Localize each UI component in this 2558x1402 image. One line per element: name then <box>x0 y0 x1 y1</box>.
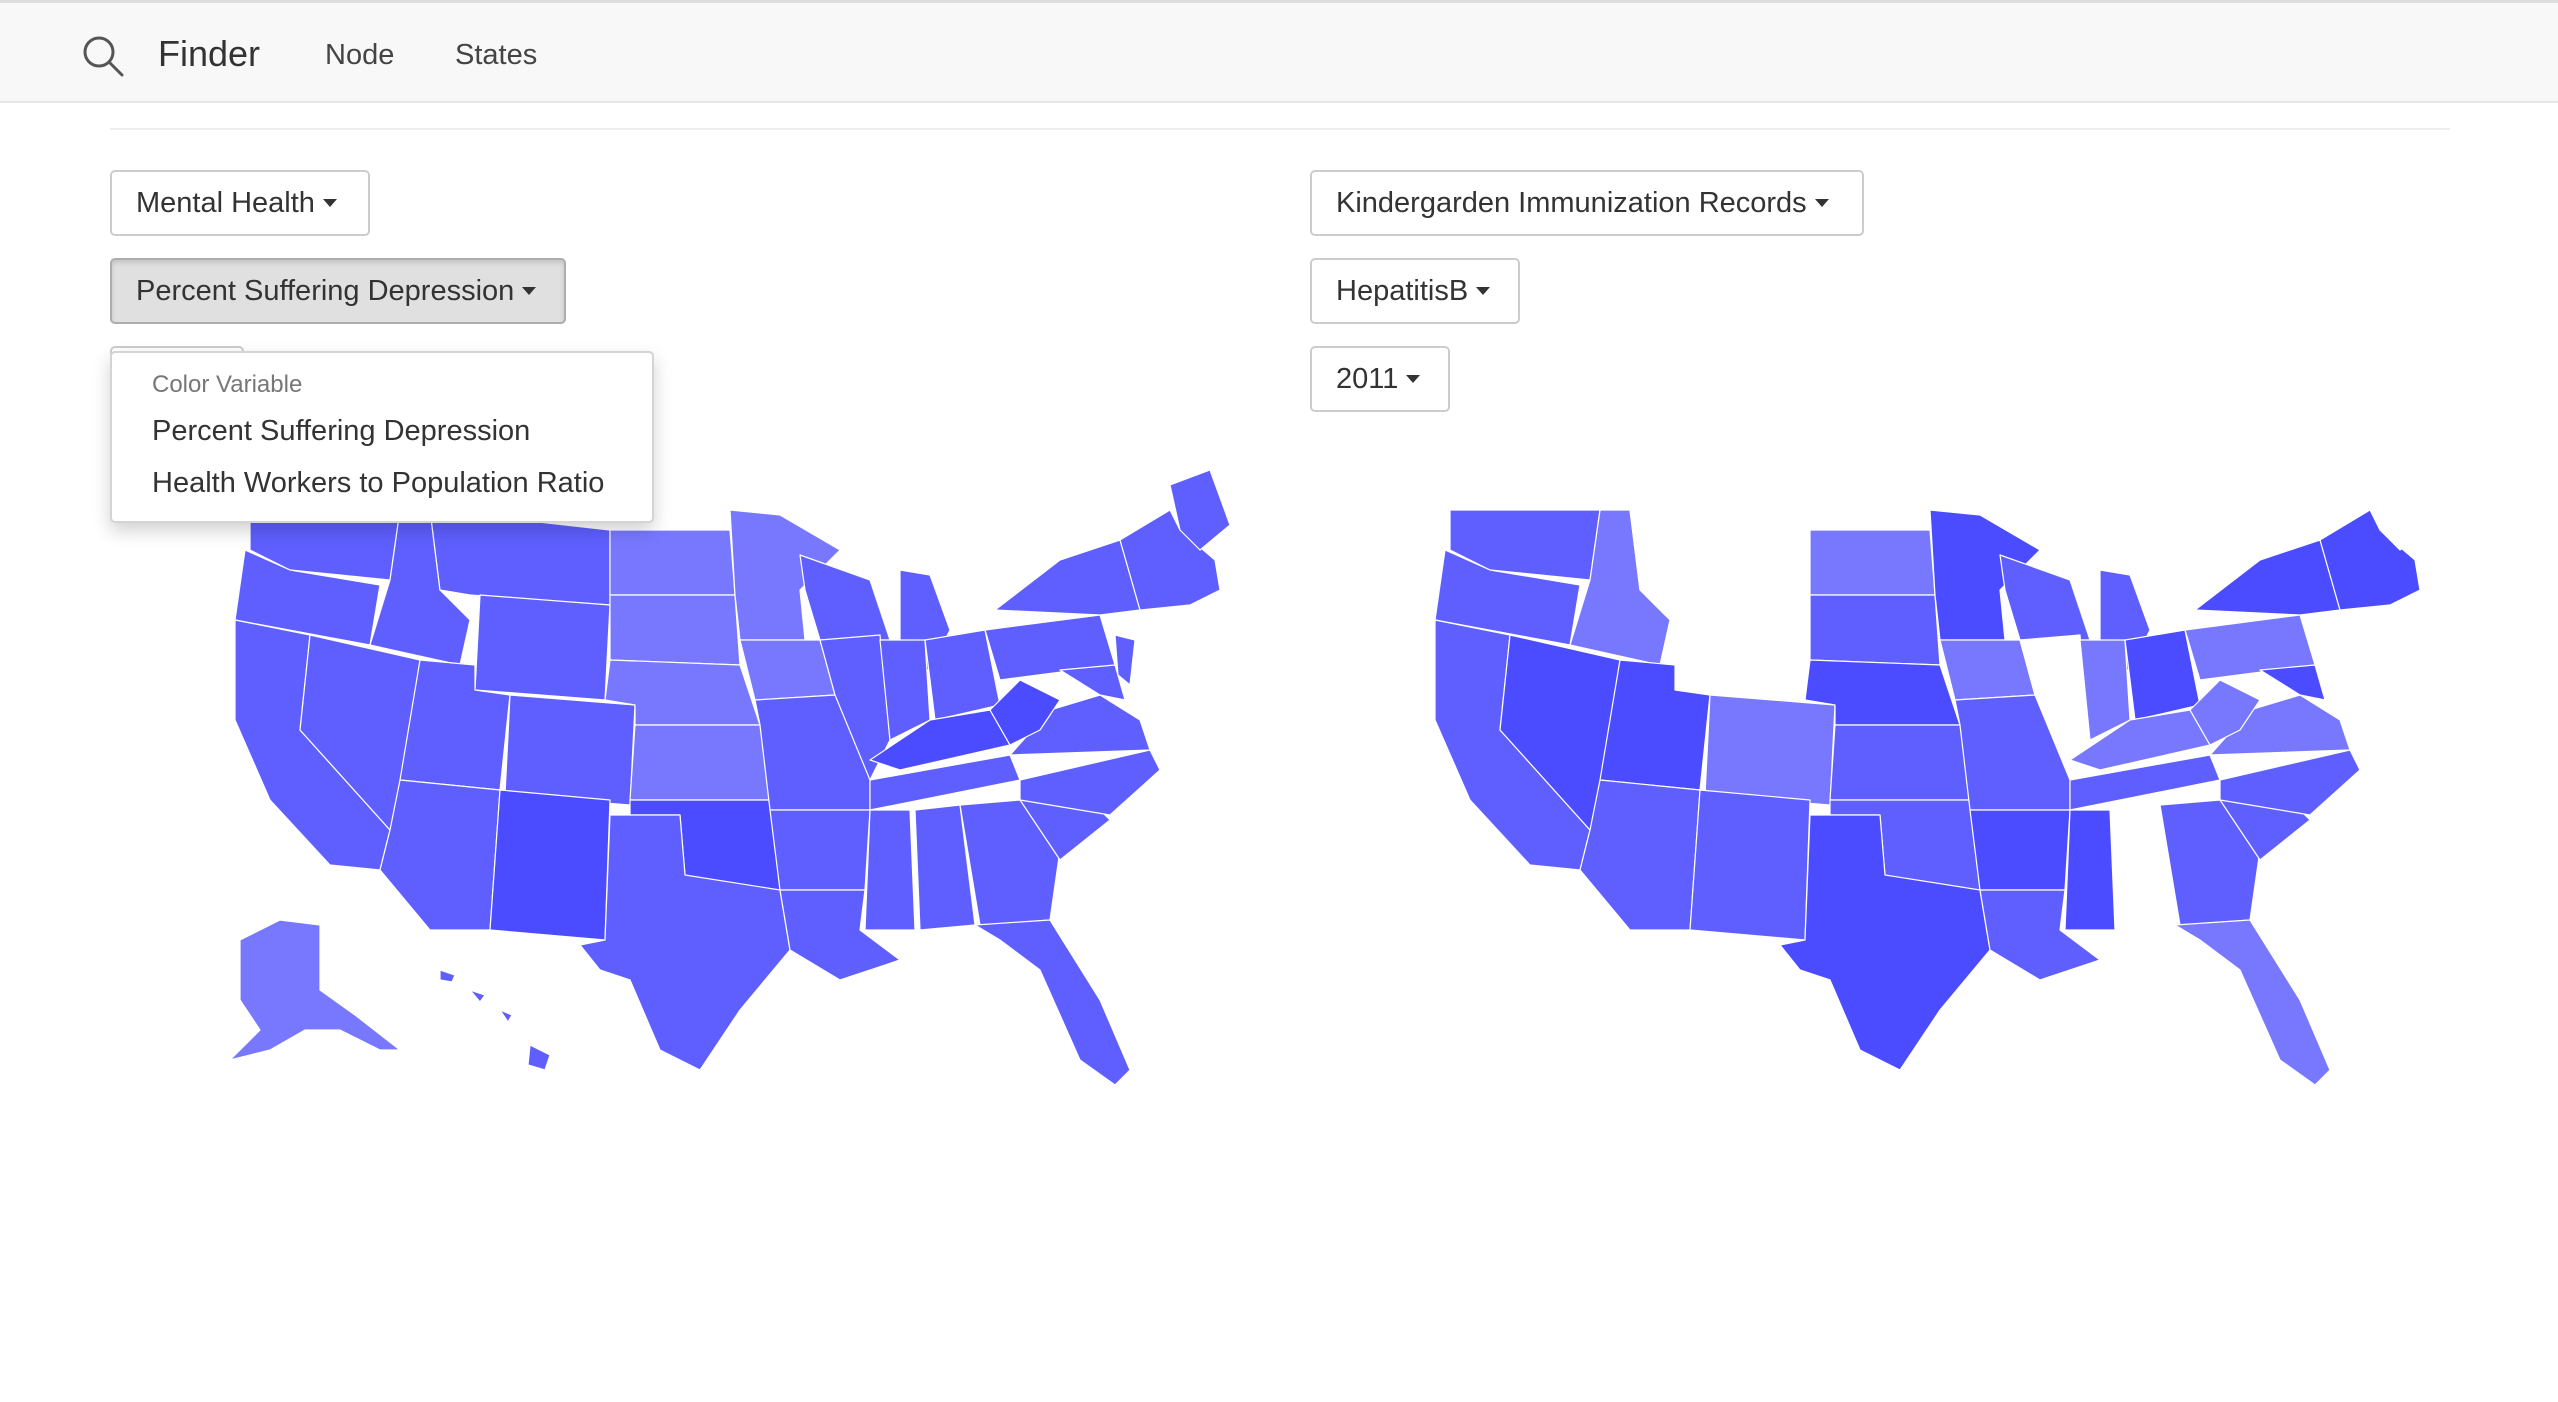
us-map-right[interactable] <box>1340 470 2450 1090</box>
category-dropdown-right-label: Kindergarden Immunization Records <box>1336 186 1807 219</box>
year-dropdown-right-label: 2011 <box>1336 362 1399 395</box>
nav-link-node[interactable]: Node <box>325 39 394 72</box>
caret-down-icon <box>1476 287 1491 295</box>
top-navbar: Finder Node States <box>0 0 2558 103</box>
state-south-dakota[interactable] <box>609 594 741 666</box>
variable-dropdown-right[interactable]: HepatitisB <box>1310 258 1520 324</box>
state-colorado[interactable] <box>504 694 636 806</box>
color-variable-menu: Color Variable Percent Suffering Depress… <box>110 351 654 523</box>
state-arizona[interactable] <box>1579 779 1701 931</box>
state-new-mexico[interactable] <box>489 789 611 941</box>
caret-down-icon <box>1814 199 1829 207</box>
state-maryland[interactable] <box>2259 664 2326 701</box>
state-arkansas[interactable] <box>1969 809 2071 891</box>
state-hawaii[interactable] <box>1639 969 1751 1071</box>
search-icon[interactable] <box>80 33 126 79</box>
year-dropdown-right[interactable]: 2011 <box>1310 346 1450 412</box>
state-wyoming[interactable] <box>474 594 611 701</box>
brand-finder[interactable]: Finder <box>158 33 260 75</box>
state-arkansas[interactable] <box>769 809 871 891</box>
state-wisconsin[interactable] <box>1999 554 2091 641</box>
state-florida[interactable] <box>974 919 1131 1086</box>
page: Finder Node States Mental Health Percent… <box>0 0 2558 1402</box>
category-dropdown-right[interactable]: Kindergarden Immunization Records <box>1310 170 1864 236</box>
state-south-dakota[interactable] <box>1809 594 1941 666</box>
category-dropdown-left-label: Mental Health <box>136 186 315 219</box>
variable-dropdown-left[interactable]: Percent Suffering Depression <box>110 258 566 324</box>
us-map-left[interactable] <box>140 470 1250 1090</box>
category-dropdown-left[interactable]: Mental Health <box>110 170 370 236</box>
state-kansas[interactable] <box>629 724 771 801</box>
caret-down-icon <box>1406 375 1421 383</box>
menu-header: Color Variable <box>152 371 303 398</box>
state-north-dakota[interactable] <box>1809 529 1936 596</box>
state-north-dakota[interactable] <box>609 529 736 596</box>
state-new-mexico[interactable] <box>1689 789 1811 941</box>
state-maryland[interactable] <box>1059 664 1126 701</box>
state-colorado[interactable] <box>1704 694 1836 806</box>
variable-dropdown-right-label: HepatitisB <box>1336 274 1469 307</box>
state-mississippi[interactable] <box>864 809 916 931</box>
state-new-york[interactable] <box>2194 539 2341 616</box>
caret-down-icon <box>322 199 337 207</box>
state-arizona[interactable] <box>379 779 501 931</box>
state-montana[interactable] <box>429 509 611 606</box>
state-montana[interactable] <box>1629 509 1811 606</box>
nav-link-states[interactable]: States <box>455 39 537 72</box>
state-mississippi[interactable] <box>2064 809 2116 931</box>
state-iowa[interactable] <box>739 639 836 701</box>
divider <box>110 128 2450 130</box>
state-new-york[interactable] <box>994 539 1141 616</box>
variable-dropdown-left-label: Percent Suffering Depression <box>136 274 515 307</box>
caret-down-icon <box>522 287 537 295</box>
state-wisconsin[interactable] <box>799 554 891 641</box>
state-iowa[interactable] <box>1939 639 2036 701</box>
menu-item-health-workers-ratio[interactable]: Health Workers to Population Ratio <box>152 467 604 500</box>
state-wyoming[interactable] <box>1674 594 1811 701</box>
state-florida[interactable] <box>2174 919 2331 1086</box>
state-hawaii[interactable] <box>439 969 551 1071</box>
state-alaska[interactable] <box>1429 919 1601 1061</box>
state-alaska[interactable] <box>229 919 401 1061</box>
state-kansas[interactable] <box>1829 724 1971 801</box>
menu-item-percent-suffering-depression[interactable]: Percent Suffering Depression <box>152 415 530 448</box>
